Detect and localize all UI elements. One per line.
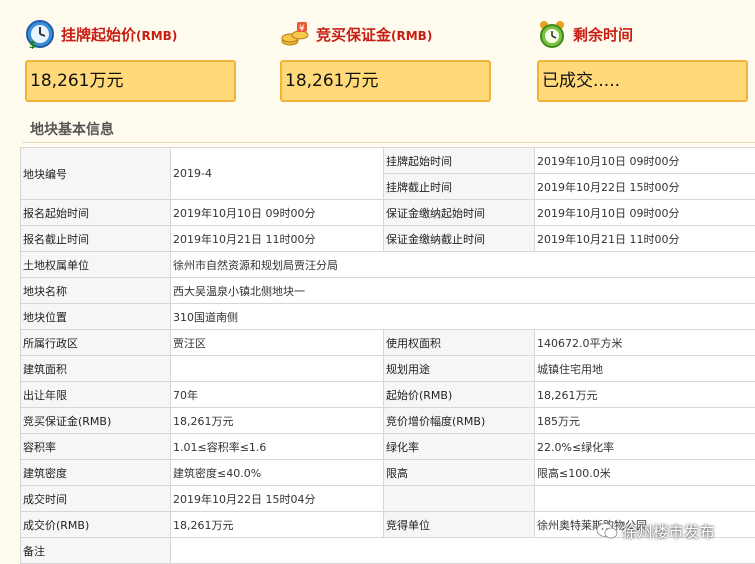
table-row: 土地权属单位 徐州市自然资源和规划局贾汪分局 [21,252,755,278]
empty-label-cell [384,486,535,512]
green-ratio-label: 绿化率 [384,434,535,460]
watermark: 徐州楼市发布 [596,516,755,546]
table-row: 地块编号 2019-4 挂牌起始时间 2019年10月10日 09时00分 [21,148,755,174]
alarm-clock-icon [537,19,567,49]
building-area-value [171,356,384,382]
parcel-number-label: 地块编号 [21,148,171,200]
use-area-value: 140672.0平方米 [535,330,755,356]
deal-price-label: 成交价(RMB) [21,512,171,538]
height-limit-value: 限高≤100.0米 [535,460,755,486]
lease-term-value: 70年 [171,382,384,408]
listing-end-value: 2019年10月22日 15时00分 [535,174,755,200]
listing-end-label: 挂牌截止时间 [384,174,535,200]
table-row: 报名起始时间 2019年10月10日 09时00分 保证金缴纳起始时间 2019… [21,200,755,226]
deposit-value: 18,261万元 [280,60,491,102]
land-owner-value: 徐州市自然资源和规划局贾汪分局 [171,252,755,278]
parcel-location-label: 地块位置 [21,304,171,330]
listing-start-label: 挂牌起始时间 [384,148,535,174]
parcel-name-value: 西大吴温泉小镇北侧地块一 [171,278,755,304]
bid-deposit-value: 18,261万元 [171,408,384,434]
coins-icon: ¥ [280,19,310,49]
deposit-start-value: 2019年10月10日 09时00分 [535,200,755,226]
deposit-end-label: 保证金缴纳截止时间 [384,226,535,252]
deal-time-value: 2019年10月22日 15时04分 [171,486,384,512]
bid-increment-value: 185万元 [535,408,755,434]
remaining-time-label: 剩余时间 [573,24,633,45]
clock-icon: $ [25,19,55,49]
table-row: 竞买保证金(RMB) 18,261万元 竞价增价幅度(RMB) 185万元 [21,408,755,434]
district-value: 贾汪区 [171,330,384,356]
table-row: 成交时间 2019年10月22日 15时04分 [21,486,755,512]
parcel-location-value: 310国道南侧 [171,304,755,330]
use-area-label: 使用权面积 [384,330,535,356]
deposit-panel: ¥ 竞买保证金(RMB) 18,261万元 [280,14,490,54]
table-row: 建筑面积 规划用途 城镇住宅用地 [21,356,755,382]
remarks-label: 备注 [21,538,171,564]
plot-ratio-label: 容积率 [21,434,171,460]
signup-start-label: 报名起始时间 [21,200,171,226]
section-divider [22,142,755,143]
signup-end-value: 2019年10月21日 11时00分 [171,226,384,252]
building-density-value: 建筑密度≤40.0% [171,460,384,486]
deal-price-value: 18,261万元 [171,512,384,538]
empty-value-cell [535,486,755,512]
table-row: 地块名称 西大吴温泉小镇北侧地块一 [21,278,755,304]
svg-text:$: $ [29,40,36,49]
signup-end-label: 报名截止时间 [21,226,171,252]
building-area-label: 建筑面积 [21,356,171,382]
remaining-time-panel: 剩余时间 已成交..... [537,14,747,54]
deposit-start-label: 保证金缴纳起始时间 [384,200,535,226]
district-label: 所属行政区 [21,330,171,356]
table-row: 出让年限 70年 起始价(RMB) 18,261万元 [21,382,755,408]
listing-start-value: 2019年10月10日 09时00分 [535,148,755,174]
height-limit-label: 限高 [384,460,535,486]
section-title: 地块基本信息 [30,119,114,139]
building-density-label: 建筑密度 [21,460,171,486]
watermark-text: 徐州楼市发布 [622,521,715,542]
land-owner-label: 土地权属单位 [21,252,171,278]
land-info-table: 地块编号 2019-4 挂牌起始时间 2019年10月10日 09时00分 挂牌… [20,147,755,564]
table-row: 容积率 1.01≤容积率≤1.6 绿化率 22.0%≤绿化率 [21,434,755,460]
green-ratio-value: 22.0%≤绿化率 [535,434,755,460]
deal-time-label: 成交时间 [21,486,171,512]
start-price-value-cell: 18,261万元 [535,382,755,408]
table-row: 地块位置 310国道南侧 [21,304,755,330]
winning-bidder-label: 竞得单位 [384,512,535,538]
parcel-name-label: 地块名称 [21,278,171,304]
remaining-time-value: 已成交..... [537,60,748,102]
table-row: 所属行政区 贾汪区 使用权面积 140672.0平方米 [21,330,755,356]
planned-use-label: 规划用途 [384,356,535,382]
start-price-label-cell: 起始价(RMB) [384,382,535,408]
start-price-label: 挂牌起始价(RMB) [61,24,177,45]
signup-start-value: 2019年10月10日 09时00分 [171,200,384,226]
bid-deposit-label: 竞买保证金(RMB) [21,408,171,434]
start-price-value: 18,261万元 [25,60,236,102]
svg-text:¥: ¥ [299,24,305,34]
deposit-end-value: 2019年10月21日 11时00分 [535,226,755,252]
lease-term-label: 出让年限 [21,382,171,408]
planned-use-value: 城镇住宅用地 [535,356,755,382]
plot-ratio-value: 1.01≤容积率≤1.6 [171,434,384,460]
table-row: 建筑密度 建筑密度≤40.0% 限高 限高≤100.0米 [21,460,755,486]
parcel-number-value: 2019-4 [171,148,384,200]
deposit-label: 竞买保证金(RMB) [316,24,432,45]
bid-increment-label: 竞价增价幅度(RMB) [384,408,535,434]
start-price-panel: $ 挂牌起始价(RMB) 18,261万元 [25,14,235,54]
table-row: 报名截止时间 2019年10月21日 11时00分 保证金缴纳截止时间 2019… [21,226,755,252]
wechat-icon [596,521,618,541]
